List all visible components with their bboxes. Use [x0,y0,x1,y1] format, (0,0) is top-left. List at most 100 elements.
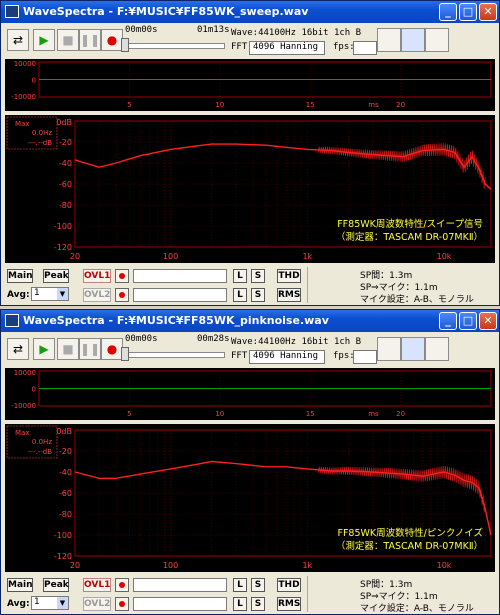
peak-button[interactable]: Peak [43,578,69,592]
play-button[interactable]: ▶ [33,29,55,51]
level-r-field[interactable] [133,288,227,302]
max-label: Max [15,429,29,437]
fft-value: 4096 Hanning [253,42,319,52]
spectrum-chart: 0dB -20 -40 -60 -80 -100 -12020 100 1k 10k Max0.0H… [5,424,495,572]
ovl1-indicator: OVL1 [83,578,111,592]
spectrum-xtick-label: 20 [70,252,80,261]
title-bar[interactable]: WaveSpectra - F:¥MUSIC¥FF85WK_pinknoise.… [1,310,499,332]
position-slider-track[interactable] [123,352,225,358]
scope-xtick-label: 15 [306,101,315,109]
record-button[interactable]: ● [101,29,123,51]
app-icon [5,5,19,18]
spectrum-chart: 0dB -20 -40 -60 -80 -100 -12020 100 1k 10k Max0.0H… [5,115,495,263]
peak-button[interactable]: Peak [43,269,69,283]
spectrum-ytick-label: -100 [54,531,72,540]
l-button-2[interactable]: L [233,288,247,302]
minimize-button[interactable]: _ [439,3,457,21]
waveform-scope: 10000 0 -10000 5 10 15 20 ms [5,368,495,420]
level-l-field[interactable] [133,578,227,592]
toolbar: ⇄ ▶ ■ ❚❚ ● 00m00s 01m13s Wave:44100Hz 16… [1,23,499,57]
avg-value: 1 [34,288,40,298]
bottom-panel: Main Peak OVL1 OVL2 L S L S THD RMS Avg:… [1,574,499,614]
thd-button[interactable]: THD [277,578,301,592]
s-button[interactable]: S [251,578,265,592]
level-l-field[interactable] [133,269,227,283]
record-button[interactable]: ● [101,338,123,360]
spectrum-xtick-label: 100 [163,561,178,570]
position-slider-track[interactable] [123,43,225,49]
open-file-icon[interactable]: ⇄ [7,29,29,51]
record-l-button[interactable] [115,269,129,283]
l-button-2[interactable]: L [233,597,247,611]
s-button-2[interactable]: S [251,597,265,611]
pause-button[interactable]: ❚❚ [79,338,101,360]
maximize-button[interactable]: □ [459,312,477,330]
avg-select[interactable]: 1 ▼ [31,596,69,610]
stop-button[interactable]: ■ [57,338,79,360]
s-button-2[interactable]: S [251,288,265,302]
pause-button[interactable]: ❚❚ [79,29,101,51]
close-button[interactable]: ✕ [479,312,497,330]
max-level: ---.--dB [28,448,52,456]
scope-unit-label: ms [368,101,379,109]
open-file-icon[interactable]: ⇄ [7,338,29,360]
position-slider-thumb[interactable] [121,347,129,361]
spectrum-xtick-label: 20 [70,561,80,570]
spectrum-ytick-label: -80 [59,510,72,519]
s-button[interactable]: S [251,269,265,283]
record-l-button[interactable] [115,578,129,592]
main-button[interactable]: Main [7,269,33,283]
l-button[interactable]: L [233,269,247,283]
cursor-tool-icon[interactable] [377,28,401,52]
minimize-button[interactable]: _ [439,312,457,330]
fft-setting[interactable]: 4096 Hanning [249,350,325,364]
waveform-scope: 10000 0 -10000 5 10 15 20 ms [5,59,495,111]
settings-icon[interactable] [401,337,425,361]
toolbar: ⇄ ▶ ■ ❚❚ ● 00m00s 00m28s Wave:44100Hz 16… [1,332,499,366]
spectrum-ytick-label: -40 [59,468,72,477]
level-r-field[interactable] [133,597,227,611]
fps-field[interactable] [353,350,377,364]
maximize-button[interactable]: □ [459,3,477,21]
main-button[interactable]: Main [7,578,33,592]
position-slider-thumb[interactable] [121,38,129,52]
stop-button[interactable]: ■ [57,29,79,51]
spectrum-ytick-label: -120 [54,243,72,252]
fps-field[interactable] [353,41,377,55]
fps-label: fps: [333,351,355,361]
wrench-icon[interactable] [425,28,449,52]
time-end: 00m28s [197,334,230,344]
spectrum-y-unit: 0dB [56,118,72,127]
record-r-button[interactable] [115,597,129,611]
scope-xtick-label: 20 [396,101,405,109]
response-curve-detail [317,143,486,189]
spectrum-y-unit: 0dB [56,427,72,436]
scope-ytick-label: 10000 [14,60,36,68]
cursor-tool-icon[interactable] [377,337,401,361]
scope-ytick-label: -10000 [11,93,36,101]
spectrum-ytick-label: -60 [59,180,72,189]
wavespectra-window: WaveSpectra - F:¥MUSIC¥FF85WK_pinknoise.… [0,309,500,615]
thd-button[interactable]: THD [277,269,301,283]
spectrum-xtick-label: 10k [437,252,452,261]
rms-button[interactable]: RMS [277,288,301,302]
avg-label: Avg: [7,290,30,300]
scope-xtick-label: 20 [396,410,405,418]
close-button[interactable]: ✕ [479,3,497,21]
rms-button[interactable]: RMS [277,597,301,611]
window-title: WaveSpectra - F:¥MUSIC¥FF85WK_sweep.wav [23,5,309,18]
fps-label: fps: [333,42,355,52]
scope-xtick-label: 5 [127,101,131,109]
scope-ytick-label: 10000 [14,369,36,377]
l-button[interactable]: L [233,578,247,592]
settings-icon[interactable] [401,28,425,52]
spectrum-xtick-label: 100 [163,252,178,261]
fft-setting[interactable]: 4096 Hanning [249,41,325,55]
title-bar[interactable]: WaveSpectra - F:¥MUSIC¥FF85WK_sweep.wav … [1,1,499,23]
play-button[interactable]: ▶ [33,338,55,360]
wrench-icon[interactable] [425,337,449,361]
scope-xtick-label: 5 [127,410,131,418]
avg-select[interactable]: 1 ▼ [31,287,69,301]
record-r-button[interactable] [115,288,129,302]
spectrum-ytick-label: -120 [54,552,72,561]
